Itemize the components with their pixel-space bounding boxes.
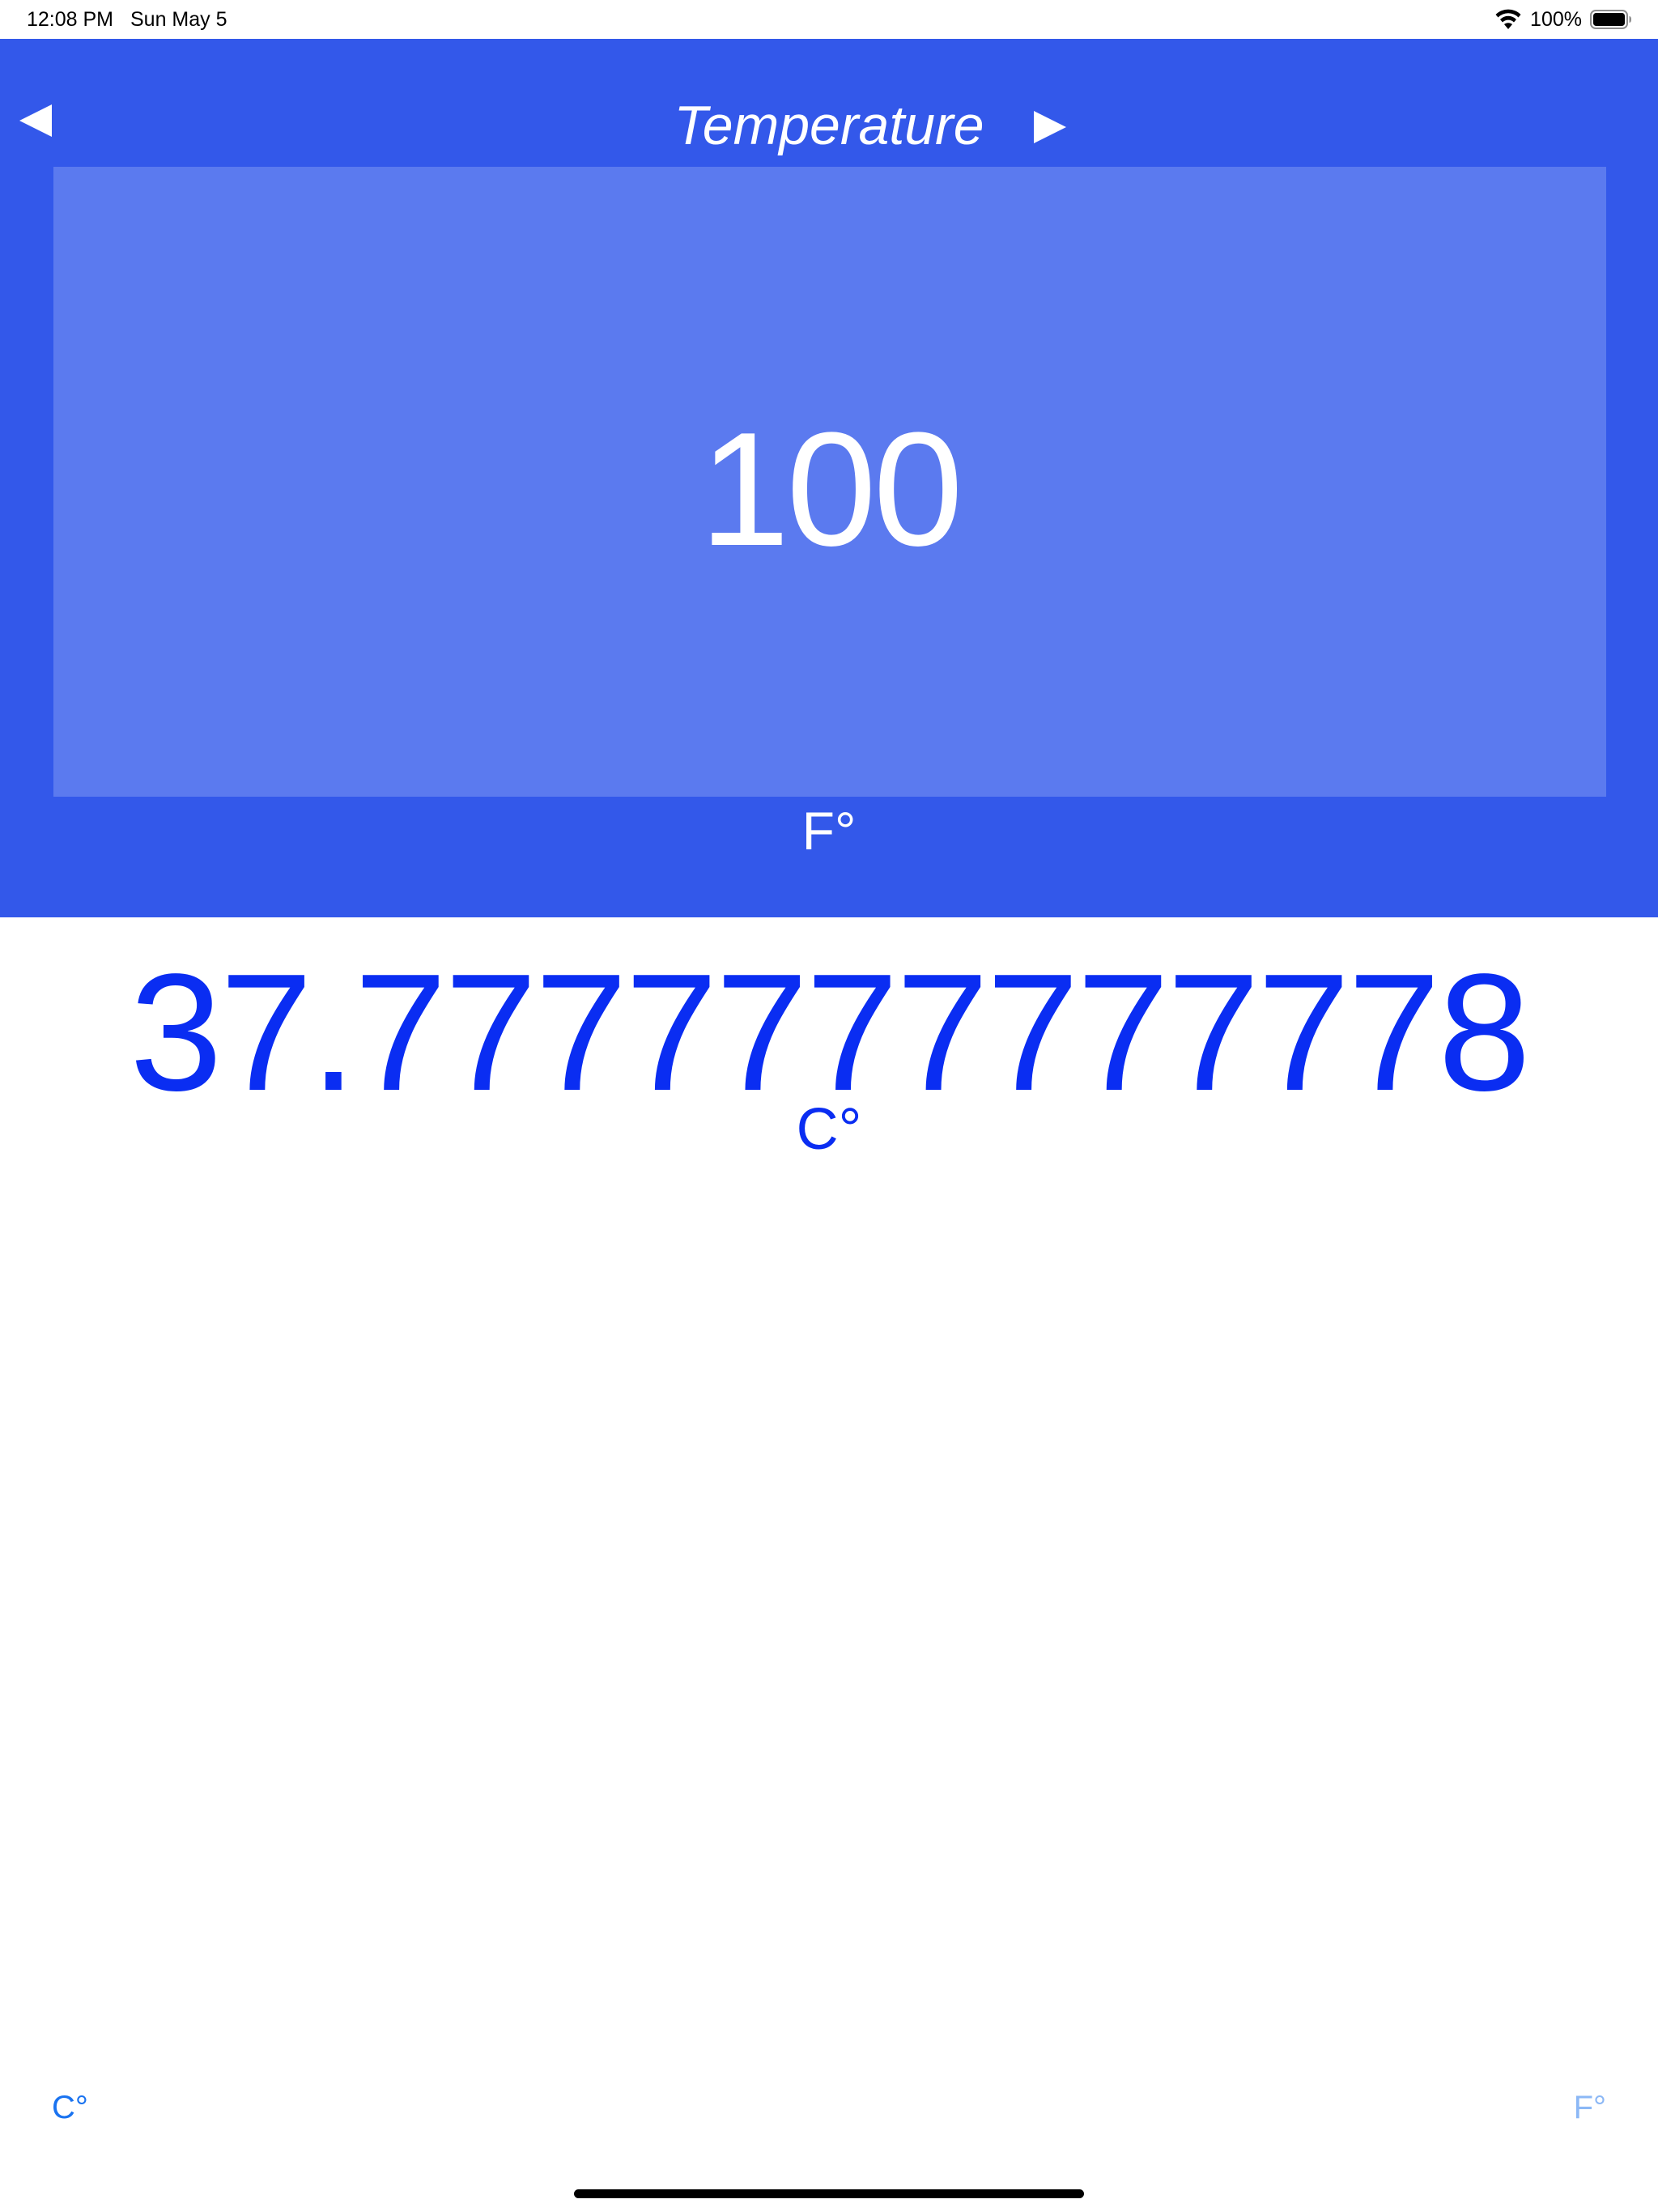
input-value[interactable]: 100 (699, 409, 963, 571)
home-indicator[interactable] (574, 2189, 1084, 2198)
status-time: 12:08 PM (27, 8, 114, 31)
status-bar: 12:08 PM Sun May 5 100% (0, 0, 1658, 39)
input-unit-label: F° (801, 801, 857, 861)
battery-icon (1590, 10, 1631, 29)
battery-percentage: 100% (1530, 7, 1582, 31)
status-date: Sun May 5 (130, 8, 227, 31)
wifi-icon (1495, 9, 1521, 29)
converter-header-panel: Temperature 100 F° (0, 39, 1658, 917)
tab-fahrenheit[interactable]: F° (1574, 2087, 1606, 2128)
result-unit-label: C° (796, 1097, 862, 1162)
status-indicators: 100% (1494, 6, 1632, 32)
temperature-input-field[interactable]: 100 (53, 167, 1606, 797)
page-title: Temperature (674, 95, 984, 156)
tab-celsius[interactable]: C° (52, 2087, 88, 2128)
